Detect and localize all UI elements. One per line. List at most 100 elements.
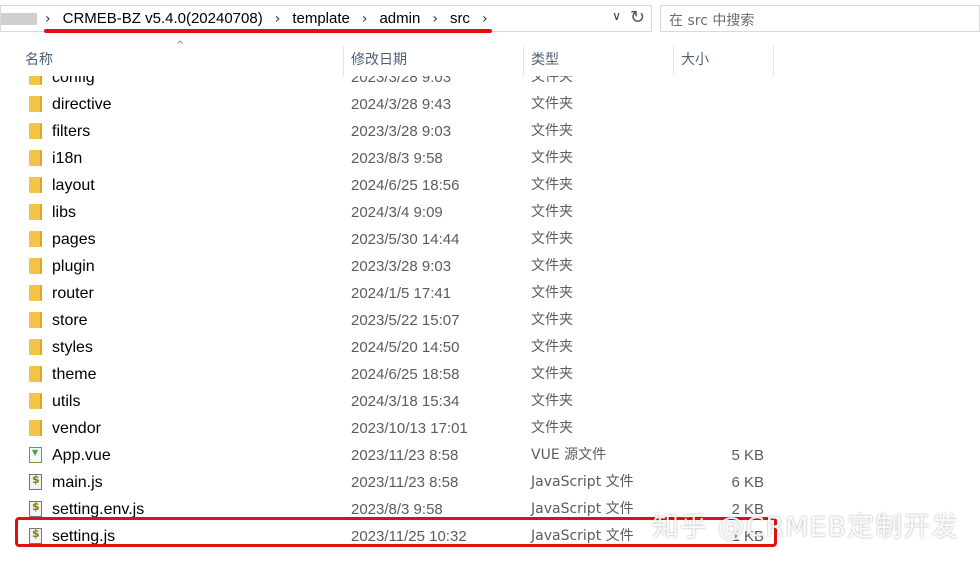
file-name: libs xyxy=(52,204,77,221)
folder-icon xyxy=(29,204,42,220)
red-underline-annotation xyxy=(44,29,492,33)
file-date: 2023/11/23 8:58 xyxy=(351,474,459,491)
address-bar[interactable]: › CRMEB-BZ v5.4.0(20240708) › template ›… xyxy=(0,5,652,32)
file-row[interactable]: main.js 2023/11/23 8:58 JavaScript 文件 6 KB xyxy=(0,469,980,496)
file-row[interactable]: vendor 2023/10/13 17:01 文件夹 xyxy=(0,415,980,442)
file-row[interactable]: config 2023/3/28 9:03 文件夹 xyxy=(0,76,980,91)
file-size: 6 KB xyxy=(731,474,764,491)
file-size xyxy=(680,415,764,442)
file-date: 2023/5/22 15:07 xyxy=(351,312,460,329)
file-size xyxy=(680,76,764,91)
folder-icon xyxy=(29,420,42,436)
file-type: 文件夹 xyxy=(531,123,573,139)
file-row[interactable]: pages 2023/5/30 14:44 文件夹 xyxy=(0,226,980,253)
file-row[interactable]: layout 2024/6/25 18:56 文件夹 xyxy=(0,172,980,199)
breadcrumb-separator-icon[interactable]: › xyxy=(354,11,376,27)
column-divider[interactable] xyxy=(523,46,524,76)
file-row[interactable]: libs 2024/3/4 9:09 文件夹 xyxy=(0,199,980,226)
file-type: VUE 源文件 xyxy=(531,447,607,463)
column-type-header[interactable]: 类型 xyxy=(531,46,559,76)
file-date: 2024/1/5 17:41 xyxy=(351,285,452,302)
file-name: router xyxy=(52,285,94,302)
folder-icon xyxy=(29,123,42,139)
file-row[interactable]: styles 2024/5/20 14:50 文件夹 xyxy=(0,334,980,361)
refresh-icon[interactable]: ↻ xyxy=(630,7,645,28)
breadcrumb-separator-icon[interactable]: › xyxy=(424,11,446,27)
file-size xyxy=(680,280,764,307)
address-dropdown-icon[interactable]: ∨ xyxy=(612,9,621,23)
file-name: layout xyxy=(52,177,95,194)
file-name: directive xyxy=(52,96,112,113)
file-date: 2023/3/28 9:03 xyxy=(351,76,452,86)
file-row[interactable]: theme 2024/6/25 18:58 文件夹 xyxy=(0,361,980,388)
file-date: 2023/3/28 9:03 xyxy=(351,123,452,140)
file-date: 2023/11/23 8:58 xyxy=(351,447,459,464)
file-row[interactable]: i18n 2023/8/3 9:58 文件夹 xyxy=(0,145,980,172)
breadcrumb-root[interactable] xyxy=(1,12,37,25)
file-date: 2024/3/18 15:34 xyxy=(351,393,460,410)
folder-icon xyxy=(29,312,42,328)
file-date: 2023/5/30 14:44 xyxy=(351,231,460,248)
file-date: 2024/3/4 9:09 xyxy=(351,204,443,221)
column-divider[interactable] xyxy=(673,46,674,76)
folder-icon xyxy=(29,76,42,85)
breadcrumb-separator-icon[interactable]: › xyxy=(267,11,289,27)
file-type: 文件夹 xyxy=(531,420,573,436)
file-row[interactable]: utils 2024/3/18 15:34 文件夹 xyxy=(0,388,980,415)
file-type: 文件夹 xyxy=(531,339,573,355)
breadcrumb-separator-icon[interactable]: › xyxy=(474,11,496,27)
file-name: theme xyxy=(52,366,97,383)
watermark: 知乎 @CRMEB定制开发 xyxy=(652,512,960,543)
breadcrumb-admin[interactable]: admin xyxy=(375,10,424,27)
file-size xyxy=(680,334,764,361)
column-divider[interactable] xyxy=(773,46,774,76)
file-date: 2024/6/25 18:58 xyxy=(351,366,460,383)
title-bar: › CRMEB-BZ v5.4.0(20240708) › template ›… xyxy=(0,0,980,38)
file-date: 2024/6/25 18:56 xyxy=(351,177,460,194)
file-name: utils xyxy=(52,393,81,410)
file-date: 2024/3/28 9:43 xyxy=(351,96,452,113)
file-size xyxy=(680,199,764,226)
file-size xyxy=(680,307,764,334)
file-name: filters xyxy=(52,123,91,140)
file-name: store xyxy=(52,312,88,329)
folder-icon xyxy=(29,96,42,112)
file-row[interactable]: router 2024/1/5 17:41 文件夹 xyxy=(0,280,980,307)
breadcrumb-src[interactable]: src xyxy=(446,10,474,27)
breadcrumb-template[interactable]: template xyxy=(288,10,354,27)
file-size xyxy=(680,118,764,145)
column-date-header[interactable]: 修改日期 xyxy=(351,46,407,76)
file-size: 5 KB xyxy=(731,447,764,464)
file-name: App.vue xyxy=(52,447,111,464)
file-type: 文件夹 xyxy=(531,231,573,247)
file-name: pages xyxy=(52,231,96,248)
breadcrumb-separator-icon[interactable]: › xyxy=(37,11,59,27)
folder-icon xyxy=(29,393,42,409)
file-size xyxy=(680,172,764,199)
file-row[interactable]: App.vue 2023/11/23 8:58 VUE 源文件 5 KB xyxy=(0,442,980,469)
file-row[interactable]: directive 2024/3/28 9:43 文件夹 xyxy=(0,91,980,118)
column-name-header[interactable]: 名称 xyxy=(25,46,53,76)
column-divider[interactable] xyxy=(343,46,344,76)
file-type: 文件夹 xyxy=(531,366,573,382)
folder-icon xyxy=(29,177,42,193)
file-name: main.js xyxy=(52,474,103,491)
file-row[interactable]: store 2023/5/22 15:07 文件夹 xyxy=(0,307,980,334)
file-date: 2024/5/20 14:50 xyxy=(351,339,460,356)
file-date: 2023/10/13 17:01 xyxy=(351,420,468,437)
folder-icon xyxy=(29,231,42,247)
sort-ascending-icon: ^ xyxy=(176,40,185,51)
file-name: vendor xyxy=(52,420,101,437)
file-size xyxy=(680,361,764,388)
file-size xyxy=(680,253,764,280)
folder-icon xyxy=(29,258,42,274)
file-type: 文件夹 xyxy=(531,204,573,220)
file-row[interactable]: filters 2023/3/28 9:03 文件夹 xyxy=(0,118,980,145)
folder-icon xyxy=(29,150,42,166)
column-size-header[interactable]: 大小 xyxy=(681,46,709,76)
breadcrumb-crmeb[interactable]: CRMEB-BZ v5.4.0(20240708) xyxy=(59,10,267,27)
folder-icon xyxy=(29,339,42,355)
file-row[interactable]: plugin 2023/3/28 9:03 文件夹 xyxy=(0,253,980,280)
search-input[interactable]: 在 src 中搜索 xyxy=(660,5,980,32)
file-name: styles xyxy=(52,339,93,356)
